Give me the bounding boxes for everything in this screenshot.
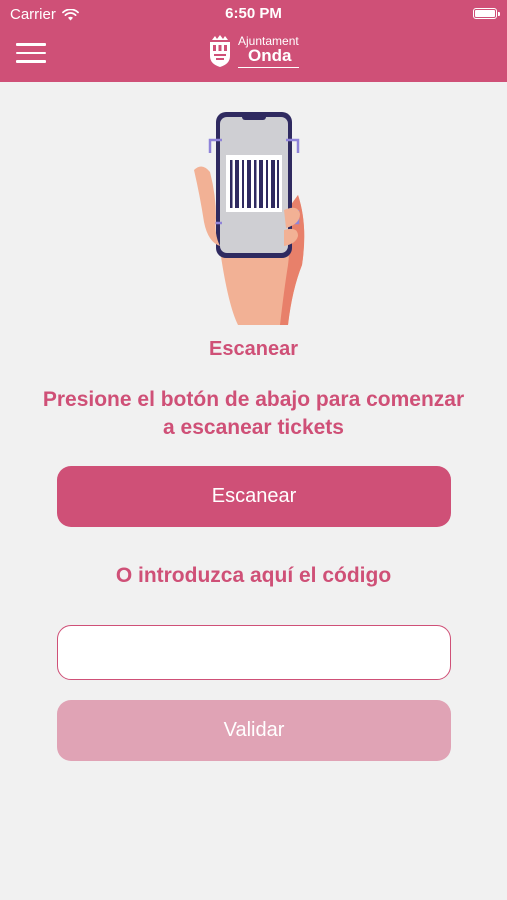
logo-line1: Ajuntament	[238, 33, 299, 48]
crest-icon	[210, 35, 230, 67]
menu-button[interactable]	[16, 43, 46, 65]
battery-icon	[473, 8, 500, 19]
scan-button[interactable]: Escanear	[57, 466, 451, 527]
manual-code-label: O introduzca aquí el código	[115, 564, 392, 587]
menu-icon	[16, 43, 46, 63]
validate-button[interactable]: Validar	[57, 700, 451, 761]
page-title: Escanear	[209, 338, 298, 360]
code-input[interactable]	[57, 625, 451, 680]
barcode-scan-illustration	[194, 112, 305, 325]
logo-line2: Onda	[238, 47, 299, 68]
status-bar: Carrier 6:50 PM	[0, 0, 507, 28]
status-time: 6:50 PM	[225, 5, 282, 22]
instruction-text: Presione el botón de abajo para comenzar…	[42, 388, 465, 439]
app-logo: Ajuntament Onda	[208, 34, 299, 68]
nav-bar: Ajuntament Onda	[0, 28, 507, 82]
